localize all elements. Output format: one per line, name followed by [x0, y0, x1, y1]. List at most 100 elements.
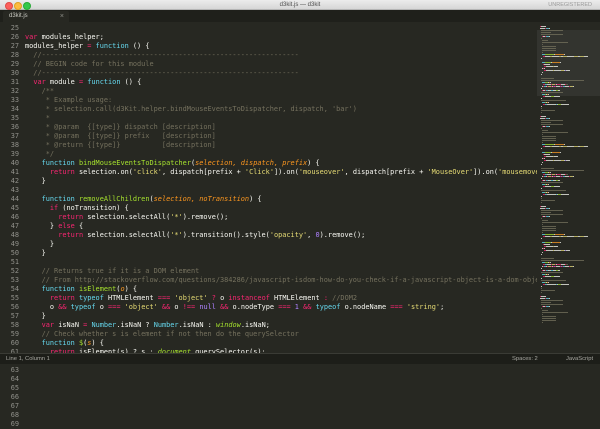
code-line[interactable]: function $(s) { [25, 339, 104, 348]
code-line[interactable]: * [25, 114, 50, 123]
code-token: === [108, 303, 125, 311]
code-token: === [278, 303, 295, 311]
minimap-stroke [542, 142, 543, 143]
code-token: } [25, 249, 46, 257]
code-line[interactable]: function removeAllChildren(selection, no… [25, 195, 262, 204]
code-line[interactable]: var module = function () { [25, 78, 141, 87]
line-number: 32 [10, 87, 19, 95]
title-bar: d3kit.js — d3kit UNREGISTERED [0, 0, 600, 10]
syntax-selector[interactable]: JavaScript [566, 354, 593, 364]
window-title: d3kit.js — d3kit [279, 2, 321, 8]
minimap-stroke [552, 236, 559, 237]
minimap-stroke [554, 66, 558, 67]
minimap-stroke [544, 244, 550, 245]
minimap-stroke [541, 190, 566, 191]
tab-close-icon[interactable]: × [60, 11, 64, 22]
minimap-stroke [541, 182, 563, 183]
line-number: 55 [10, 294, 19, 302]
minimap-stroke [542, 232, 543, 233]
code-line[interactable]: return selection.selectAll('*').transiti… [25, 231, 365, 240]
code-line[interactable]: //--------------------------------------… [25, 51, 299, 60]
minimap-stroke [567, 56, 574, 57]
code-token: 'object' [174, 294, 212, 302]
code-line[interactable]: //--------------------------------------… [25, 69, 299, 78]
minimap-stroke [541, 78, 554, 79]
minimap-stroke [547, 194, 556, 195]
minimap-stroke [541, 120, 563, 121]
minimap-stroke [566, 84, 568, 85]
minimap-stroke [541, 202, 542, 203]
code-token: var [41, 321, 59, 329]
minimap-stroke [541, 212, 551, 213]
minimap-stroke [541, 30, 563, 31]
line-number: 69 [10, 420, 19, 428]
code-line[interactable]: * Example usage: [25, 96, 112, 105]
code-token: function [41, 339, 79, 347]
code-line[interactable]: } [25, 249, 46, 258]
code-line[interactable]: } else { [25, 222, 83, 231]
code-line[interactable]: var modules_helper; [25, 33, 104, 42]
code-token: Number [91, 321, 117, 329]
code-token: isNaN [58, 321, 84, 329]
minimap-stroke [544, 64, 550, 65]
code-line[interactable]: */ [25, 150, 54, 159]
minimap-stroke [541, 98, 542, 99]
code-line[interactable]: * @return {[type]} [description] [25, 141, 216, 150]
code-line[interactable]: // Check whether s is element if not the… [25, 330, 299, 339]
minimap-stroke [542, 222, 568, 223]
code-line[interactable]: * @param {[type]} dispatch [description] [25, 123, 216, 132]
code-line[interactable]: return selection.selectAll('*').remove()… [25, 213, 228, 222]
code-area[interactable]: var modules_helper; modules_helper = func… [25, 22, 537, 353]
minimap-stroke [584, 236, 588, 237]
code-token: modules_helper [25, 42, 88, 50]
code-token: ; [440, 303, 445, 311]
minimap-stroke [564, 54, 565, 55]
code-line[interactable]: return typeof HTMLElement === 'object' ?… [25, 294, 357, 303]
line-number: 45 [10, 204, 19, 212]
minimap-stroke [541, 272, 563, 273]
minimap[interactable] [537, 22, 600, 353]
indentation-setting[interactable]: Spaces: 2 [512, 354, 538, 364]
code-line[interactable]: } [25, 240, 54, 249]
minimap-stroke [542, 42, 568, 43]
code-line[interactable]: return selection.on('click', dispatch[pr… [25, 168, 537, 177]
line-number: 51 [10, 258, 19, 266]
code-line[interactable]: o && typeof o === 'object' && o !== null… [25, 303, 444, 312]
code-line[interactable]: * @param {[type]} prefix [description] [25, 132, 216, 141]
code-line[interactable]: function isElement(o) { [25, 285, 137, 294]
code-line[interactable]: // From http://stackoverflow.com/questio… [25, 276, 537, 285]
minimap-stroke [549, 126, 550, 127]
code-token: HTMLElement [274, 294, 324, 302]
code-line[interactable]: /** [25, 87, 54, 96]
minimap-stroke [567, 146, 574, 147]
code-line[interactable]: if (noTransition) { [25, 204, 129, 213]
minimap-stroke [544, 248, 545, 249]
minimap-stroke [554, 246, 558, 247]
code-line[interactable]: var isNaN = Number.isNaN ? Number.isNaN … [25, 321, 270, 330]
minimap-stroke [542, 162, 543, 163]
code-line[interactable]: modules_helper = function () { [25, 42, 150, 51]
line-number: 57 [10, 312, 19, 320]
line-number: 28 [10, 51, 19, 59]
minimap-stroke [584, 146, 588, 147]
minimap-stroke [541, 278, 542, 279]
code-line[interactable]: function bindMouseEventsToDispatcher(sel… [25, 159, 320, 168]
code-line[interactable]: * selection.call(d3Kit.helper.bindMouseE… [25, 105, 357, 114]
code-token: 'object' [124, 303, 162, 311]
minimap-stroke [541, 112, 542, 113]
tab-d3kit-js[interactable]: d3kit.js × [3, 11, 69, 22]
minimap-stroke [541, 260, 584, 261]
code-token: Number [153, 321, 179, 329]
code-token: ) { [91, 339, 104, 347]
editor[interactable]: 25 26 27 28 29 30 31 32 33 34 35 36 37 38 39 40 41 42 43 44… [0, 22, 600, 428]
code-line[interactable]: } [25, 177, 46, 186]
code-line[interactable]: // BEGIN code for this module [25, 60, 153, 69]
cursor-position: Line 1, Column 1 [6, 356, 50, 362]
minimap-stroke [566, 70, 570, 71]
code-line[interactable]: } [25, 312, 46, 321]
code-line[interactable]: // Returns true if it is a DOM element [25, 267, 200, 276]
line-number: 54 [10, 285, 19, 293]
code-token: !== [182, 303, 200, 311]
